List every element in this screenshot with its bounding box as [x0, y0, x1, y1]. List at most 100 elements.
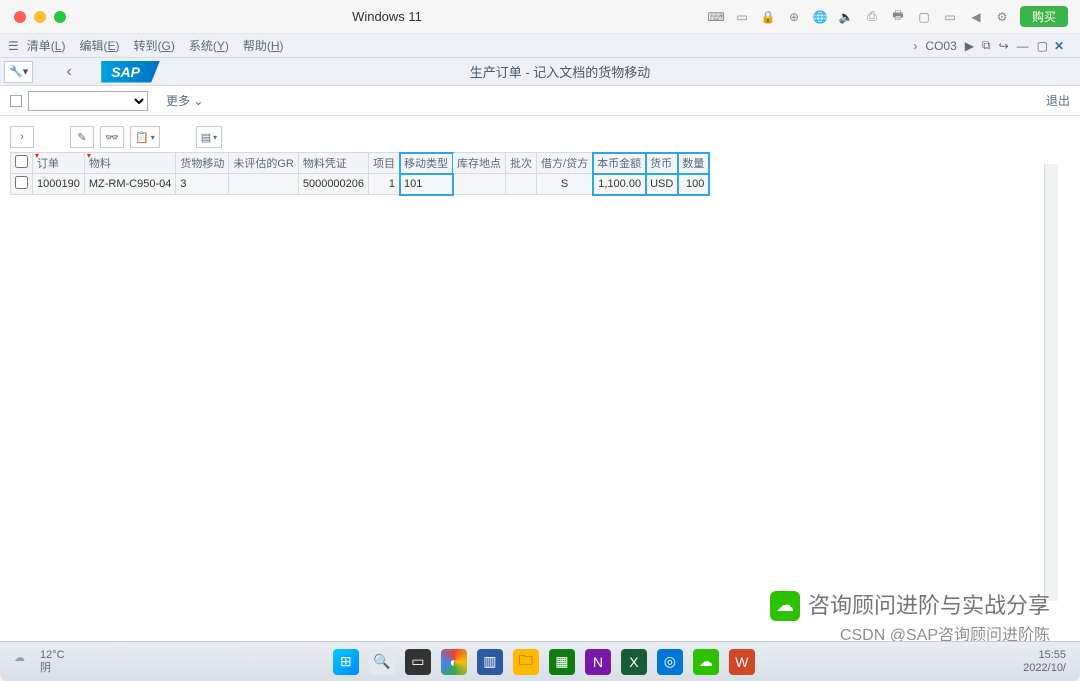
start-button[interactable]: ⊞: [333, 649, 359, 675]
cmd-checkbox[interactable]: [10, 95, 22, 107]
printer-icon[interactable]: 🖶: [890, 9, 906, 25]
minimize-window-dot[interactable]: [34, 11, 46, 23]
glasses-icon[interactable]: 👓: [100, 126, 124, 148]
col-quantity[interactable]: 数量: [678, 153, 709, 174]
row-checkbox[interactable]: [15, 176, 28, 189]
weather-widget[interactable]: ☁ 12°C 阴: [14, 649, 65, 673]
display-icon[interactable]: ▭: [942, 9, 958, 25]
excel2-icon[interactable]: X: [621, 649, 647, 675]
weather-temp: 12°C: [40, 649, 65, 661]
col-currency[interactable]: 货币: [646, 153, 678, 174]
gear-icon[interactable]: ⚙: [994, 9, 1010, 25]
filter-dropdown[interactable]: 📋: [130, 126, 160, 148]
globe-icon[interactable]: 🌐: [812, 9, 828, 25]
col-storage-location[interactable]: 库存地点: [453, 153, 506, 174]
menu-list[interactable]: 清单(L): [27, 37, 66, 54]
watermark: ☁ 咨询顾问进阶与实战分享: [770, 591, 1050, 621]
chrome-icon[interactable]: ◐: [441, 649, 467, 675]
page-subtitle: 生产订单 - 记入文档的货物移动: [160, 62, 1080, 81]
edge-icon[interactable]: ◎: [657, 649, 683, 675]
command-field[interactable]: [28, 91, 148, 111]
goods-movement-table: ▾订单 ▾物料 货物移动 未评估的GR 物料凭证 项目 移动类型 库存地点 批次…: [10, 152, 709, 195]
layout-dropdown[interactable]: ▤: [196, 126, 222, 148]
sap-header: 🔧▾ ‹ SAP 生产订单 - 记入文档的货物移动: [0, 58, 1080, 86]
menu-goto[interactable]: 转到(G): [133, 37, 174, 54]
wps-icon[interactable]: W: [729, 649, 755, 675]
menu-system[interactable]: 系统(Y): [189, 37, 229, 54]
table-row[interactable]: 1000190 MZ-RM-C950-04 3 5000000206 1 101…: [11, 174, 709, 195]
cell-quantity: 100: [678, 174, 709, 195]
edit-icon[interactable]: ✎: [70, 126, 94, 148]
cell-storage-location: [453, 174, 506, 195]
system-tray[interactable]: 15:55 2022/10/: [1023, 649, 1066, 673]
excel-icon[interactable]: ▦: [549, 649, 575, 675]
wechat-icon: ☁: [770, 591, 800, 621]
execute-icon[interactable]: ▶: [965, 39, 974, 53]
network-icon[interactable]: ⊕: [786, 9, 802, 25]
expand-icon[interactable]: ›: [10, 126, 34, 148]
tablet-icon[interactable]: ▭: [734, 9, 750, 25]
col-material-doc[interactable]: 物料凭证: [298, 153, 368, 174]
col-amount-lc[interactable]: 本币金额: [593, 153, 646, 174]
col-select-all[interactable]: [11, 153, 33, 174]
weather-icon: ☁: [14, 652, 34, 672]
close-sap-icon[interactable]: ✕: [1054, 39, 1072, 53]
col-goods-movement[interactable]: 货物移动: [176, 153, 229, 174]
close-window-dot[interactable]: [14, 11, 26, 23]
cell-movement-type: 101: [400, 174, 453, 195]
menu-edit[interactable]: 编辑(E): [79, 37, 119, 54]
usb-icon[interactable]: ⎙: [864, 9, 880, 25]
weather-desc: 阴: [40, 662, 65, 674]
window-controls: [0, 11, 66, 23]
minimize-icon[interactable]: —: [1017, 39, 1029, 53]
link-icon[interactable]: ↪: [999, 39, 1009, 53]
sound-icon[interactable]: 🔈: [838, 9, 854, 25]
back-button[interactable]: ‹: [57, 63, 81, 81]
cell-batch: [506, 174, 537, 195]
exit-link[interactable]: 退出: [1046, 92, 1070, 109]
onenote-icon[interactable]: N: [585, 649, 611, 675]
col-item[interactable]: 项目: [369, 153, 400, 174]
col-batch[interactable]: 批次: [506, 153, 537, 174]
nav-forward-icon[interactable]: ›: [913, 39, 917, 53]
search-icon[interactable]: 🔍: [369, 649, 395, 675]
file-explorer-icon[interactable]: 🗀: [513, 649, 539, 675]
cell-item: 1: [369, 174, 400, 195]
tool-choose[interactable]: 🔧▾: [4, 61, 33, 83]
clock-time: 15:55: [1023, 649, 1066, 661]
col-order[interactable]: ▾订单: [33, 153, 85, 174]
col-movement-type[interactable]: 移动类型: [400, 153, 453, 174]
cell-goods-movement: 3: [176, 174, 229, 195]
keyboard-icon[interactable]: ⌨: [708, 9, 724, 25]
tcode-label: CO03: [925, 39, 956, 53]
menu-help[interactable]: 帮助(H): [243, 37, 284, 54]
maximize-icon[interactable]: ▢: [1037, 39, 1048, 53]
camera-icon[interactable]: ▢: [916, 9, 932, 25]
vm-title: Windows 11: [66, 9, 708, 24]
table-toolbar: › ✎ 👓 📋 ▤: [10, 126, 1070, 148]
vertical-scrollbar[interactable]: [1044, 164, 1058, 601]
task-view-icon[interactable]: ▭: [405, 649, 431, 675]
fullscreen-icon[interactable]: ◀: [968, 9, 984, 25]
cell-unvaluated-gr: [229, 174, 299, 195]
cell-currency: USD: [646, 174, 678, 195]
col-debit-credit[interactable]: 借方/贷方: [537, 153, 593, 174]
more-menu[interactable]: 更多 ⌄: [166, 92, 203, 109]
wechat-app-icon[interactable]: ☁: [693, 649, 719, 675]
command-bar: 更多 ⌄ 退出: [0, 86, 1080, 116]
cell-material: MZ-RM-C950-04: [84, 174, 176, 195]
sap-app-icon[interactable]: ▥: [477, 649, 503, 675]
sap-menubar: ☰ 清单(L) 编辑(E) 转到(G) 系统(Y) 帮助(H) › CO03 ▶…: [0, 34, 1080, 58]
lock-icon[interactable]: 🔒: [760, 9, 776, 25]
windows-taskbar: ☁ 12°C 阴 ⊞ 🔍 ▭ ◐ ▥ 🗀 ▦ N X ◎ ☁ W 15:55 2…: [0, 641, 1080, 681]
col-unvaluated-gr[interactable]: 未评估的GR: [229, 153, 299, 174]
cell-order: 1000190: [33, 174, 85, 195]
col-material[interactable]: ▾物料: [84, 153, 176, 174]
buy-button[interactable]: 购买: [1020, 6, 1068, 27]
window-settings-icon[interactable]: ⧉: [982, 38, 991, 53]
cell-material-doc: 5000000206: [298, 174, 368, 195]
maximize-window-dot[interactable]: [54, 11, 66, 23]
cell-amount: 1,100.00: [593, 174, 646, 195]
hamburger-icon[interactable]: ☰: [8, 39, 19, 53]
sap-logo: SAP: [101, 61, 160, 83]
